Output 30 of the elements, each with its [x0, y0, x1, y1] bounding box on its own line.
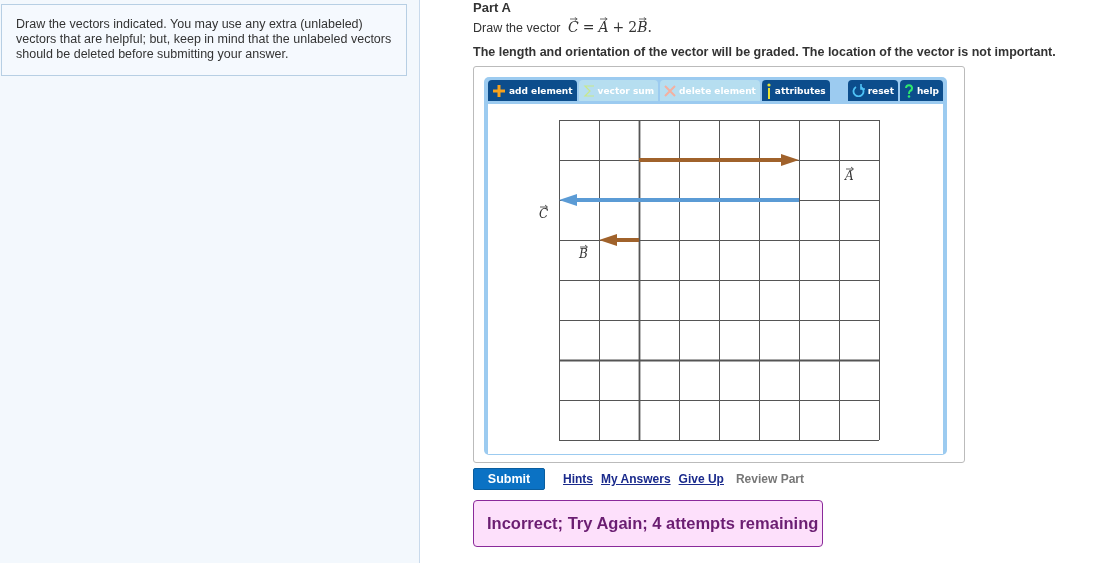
- part-title: Part A: [473, 0, 512, 15]
- plus-icon: [492, 83, 506, 98]
- feedback-message: Incorrect; Try Again; 4 attempts remaining: [473, 500, 823, 547]
- equation-symbol: =: [582, 19, 595, 35]
- action-link[interactable]: My Answers: [601, 472, 671, 486]
- grading-note: The length and orientation of the vector will be graded. The location of the vector is not important.: [473, 45, 1057, 59]
- x-icon: [664, 84, 677, 97]
- action-link[interactable]: Hints: [563, 472, 593, 486]
- sigma-icon: [582, 83, 595, 98]
- vector-arrow[interactable]: [639, 154, 799, 166]
- vector-label: B: [579, 244, 588, 261]
- add-tool-button[interactable]: add element: [488, 80, 577, 101]
- question-icon: [903, 83, 914, 98]
- reset-icon: [851, 84, 865, 97]
- equation-symbol: .: [647, 19, 652, 35]
- drawing-canvas[interactable]: A C B: [488, 104, 943, 454]
- review-part-text: Review Part: [735, 472, 804, 486]
- equation-symbol: +: [612, 19, 625, 35]
- reset-tool-button[interactable]: reset: [847, 80, 898, 101]
- vector-arrow[interactable]: [599, 234, 639, 246]
- vector-label: A: [845, 166, 854, 183]
- prompt-text: Draw the vector: [473, 21, 561, 35]
- action-link[interactable]: Give Up: [678, 472, 724, 486]
- info-icon: [765, 82, 772, 99]
- equation-symbol: 2: [628, 19, 638, 35]
- info-tool-button[interactable]: attributes: [761, 80, 830, 101]
- instructions-text: Draw the vectors indicated. You may use any extra (unlabeled) vectors that are helpful; but, keep in mind that the unlabeled vectors should be deleted before submitting your answer.: [1, 4, 407, 76]
- vector-label: C: [539, 204, 549, 221]
- submit-button[interactable]: Submit: [473, 468, 545, 490]
- help-tool-button[interactable]: help: [899, 80, 943, 101]
